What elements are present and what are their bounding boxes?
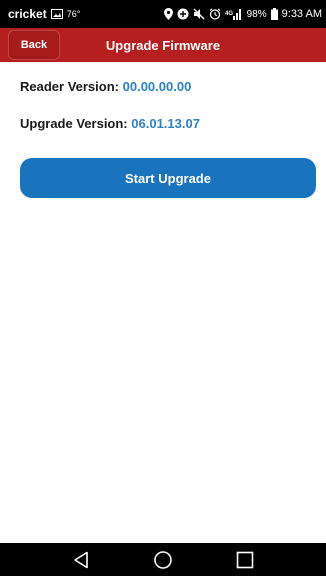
home-circle-icon[interactable] xyxy=(148,545,178,575)
status-left: cricket 76° xyxy=(8,7,80,21)
mute-icon xyxy=(193,7,205,21)
navigation-bar xyxy=(0,543,326,576)
upgrade-version-label: Upgrade Version: xyxy=(20,116,128,131)
start-upgrade-button[interactable]: Start Upgrade xyxy=(20,158,316,198)
clock: 9:33 AM xyxy=(281,8,322,20)
reader-version-value: 00.00.00.00 xyxy=(122,79,192,94)
upgrade-version-value: 06.01.13.07 xyxy=(131,116,200,131)
carrier-name: cricket xyxy=(8,7,47,21)
status-bar: cricket 76° 4G 98% 9:33 AM xyxy=(0,0,326,28)
recents-square-icon[interactable] xyxy=(230,545,260,575)
reader-version-label: Reader Version: xyxy=(20,79,119,94)
location-icon xyxy=(163,7,173,21)
upgrade-version-row: Upgrade Version: 06.01.13.07 xyxy=(20,116,200,131)
svg-text:4G: 4G xyxy=(225,11,233,17)
back-button[interactable]: Back xyxy=(8,30,60,60)
data-saver-icon xyxy=(177,7,189,21)
battery-percent: 98% xyxy=(246,8,267,20)
battery-icon xyxy=(270,7,278,21)
status-right: 4G 98% 9:33 AM xyxy=(163,7,322,21)
app-bar: Back Upgrade Firmware xyxy=(0,28,326,62)
signal-icon: 4G xyxy=(225,7,243,21)
temperature: 76° xyxy=(66,9,81,19)
back-triangle-icon[interactable] xyxy=(66,545,96,575)
alarm-icon xyxy=(209,7,221,21)
reader-version-row: Reader Version: 00.00.00.00 xyxy=(20,79,191,94)
image-icon xyxy=(50,7,63,21)
page-title: Upgrade Firmware xyxy=(105,37,221,53)
